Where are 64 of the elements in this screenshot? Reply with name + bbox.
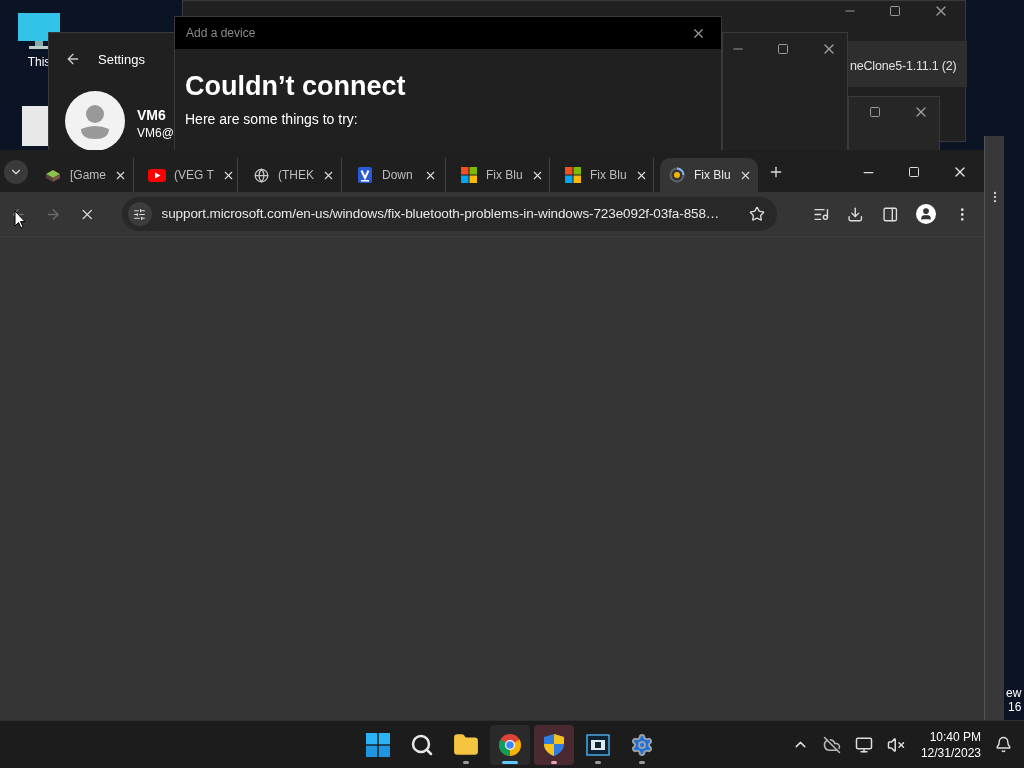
address-bar[interactable]: support.microsoft.com/en-us/windows/fix-bluetooth-problems-in-windows-723e092f-03fa-858… bbox=[121, 197, 777, 231]
desktop-icon bbox=[22, 106, 48, 146]
taskbar-button[interactable] bbox=[490, 724, 530, 765]
shield-icon bbox=[543, 732, 565, 757]
profile-icon[interactable] bbox=[916, 204, 936, 224]
windows-logo-icon bbox=[461, 167, 477, 183]
network-icon[interactable] bbox=[854, 735, 873, 754]
notification-icon[interactable] bbox=[995, 736, 1012, 753]
back-icon[interactable] bbox=[65, 51, 81, 67]
dialog-text: Here are some things to try: bbox=[185, 110, 359, 129]
tab-title: Fix Blu bbox=[694, 167, 731, 184]
tab-title: Fix Blu bbox=[486, 167, 523, 184]
person-icon bbox=[918, 207, 933, 221]
cloud-off-icon[interactable] bbox=[822, 735, 841, 754]
folder-icon bbox=[453, 731, 479, 758]
tab-title: (THEK bbox=[278, 167, 314, 184]
search-icon bbox=[410, 732, 434, 757]
tab-title: (VEG T bbox=[174, 167, 214, 184]
running-indicator bbox=[639, 760, 645, 764]
windows-logo-icon bbox=[565, 167, 581, 183]
download-icon[interactable] bbox=[847, 205, 864, 223]
clock[interactable]: 10:40 PM 12/31/2023 bbox=[920, 728, 981, 761]
gear-icon bbox=[630, 732, 654, 757]
monitor-icon bbox=[17, 12, 61, 50]
maximize-icon[interactable] bbox=[869, 106, 881, 118]
file-name: neClone5-1.11.1 (2) bbox=[850, 58, 957, 75]
start-icon bbox=[366, 732, 390, 757]
globe-icon bbox=[253, 167, 269, 183]
tab-title: Down bbox=[382, 167, 414, 184]
clock-date: 12/31/2023 bbox=[920, 744, 981, 761]
tab-title: Fix Blu bbox=[590, 167, 627, 184]
tab-title: [Game bbox=[70, 167, 106, 184]
block-icon bbox=[45, 167, 61, 183]
chrome-icon bbox=[498, 732, 522, 757]
desktop-text: 16 bbox=[1008, 700, 1022, 714]
desktop-text: ew bbox=[1006, 686, 1022, 700]
clock-time: 10:40 PM bbox=[929, 728, 981, 745]
avatar-icon bbox=[65, 91, 125, 151]
new-tab-icon[interactable] bbox=[768, 164, 784, 180]
site-info-button[interactable] bbox=[127, 202, 152, 226]
volume-muted-icon[interactable] bbox=[886, 735, 905, 754]
running-indicator bbox=[595, 760, 601, 764]
maximize-icon[interactable] bbox=[777, 43, 789, 55]
user-name: VM6 bbox=[137, 106, 166, 125]
running-indicator bbox=[463, 760, 469, 764]
url-text: support.microsoft.com/en-us/windows/fix-bluetooth-problems-in-windows-723e092f-03fa-858… bbox=[161, 204, 721, 223]
window-title: Settings bbox=[98, 51, 145, 69]
taskbar-button[interactable] bbox=[534, 724, 574, 765]
dialog-heading: Couldn’t connect bbox=[185, 70, 407, 103]
app-icon bbox=[358, 167, 372, 183]
film-icon bbox=[586, 733, 610, 756]
sliders-icon bbox=[133, 207, 147, 221]
bookmark-star-icon[interactable] bbox=[748, 206, 765, 222]
running-indicator bbox=[551, 760, 557, 764]
play-icon bbox=[148, 168, 166, 182]
cursor-icon bbox=[14, 210, 26, 229]
tab-search-button[interactable] bbox=[4, 160, 28, 184]
running-indicator bbox=[502, 760, 518, 764]
side-panel-icon[interactable] bbox=[881, 205, 899, 223]
user-email: VM6@ bbox=[137, 125, 174, 142]
dialog-title: Add a device bbox=[186, 25, 256, 42]
browser-tab[interactable]: Fix Blu bbox=[660, 158, 758, 192]
maximize-icon[interactable] bbox=[889, 5, 901, 17]
loading-spinner-icon bbox=[669, 167, 685, 183]
